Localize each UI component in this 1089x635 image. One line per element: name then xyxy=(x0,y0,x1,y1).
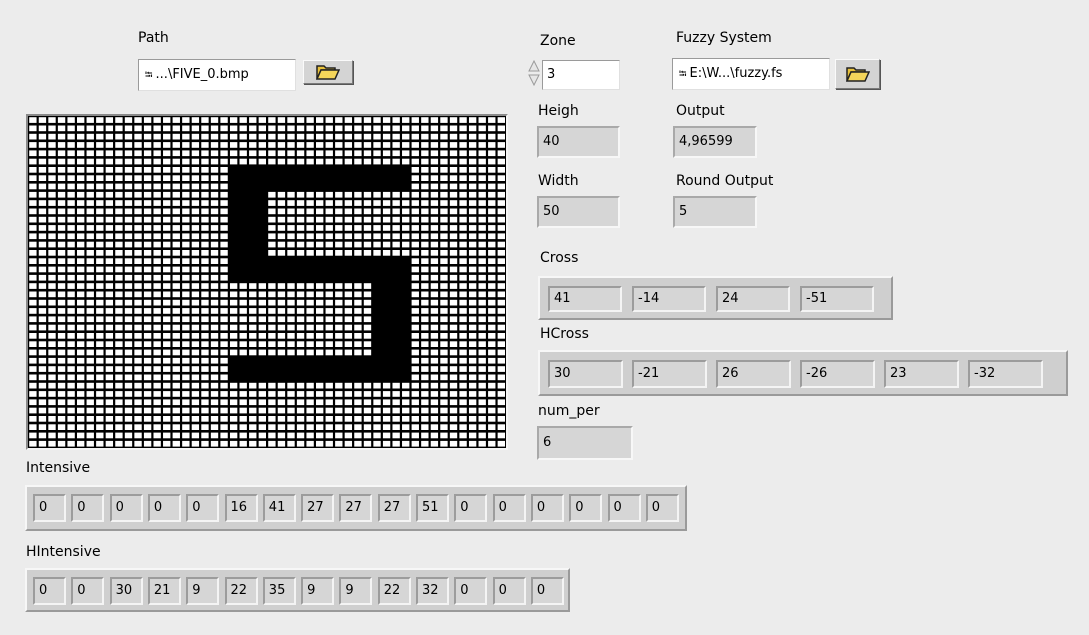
output-label: Output xyxy=(676,103,725,119)
round-output-label: Round Output xyxy=(676,173,774,189)
num-per-label: num_per xyxy=(538,403,600,419)
hcross-array: 30 -21 26 -26 23 -32 xyxy=(538,350,1068,396)
hintensive-label: HIntensive xyxy=(26,544,101,560)
round-output-indicator: 5 xyxy=(673,196,757,228)
output-indicator: 4,96599 xyxy=(673,126,757,158)
array-cell: 0 xyxy=(530,494,564,522)
array-cell: 27 xyxy=(301,494,335,522)
increment-arrow-icon xyxy=(528,59,540,72)
cross-label: Cross xyxy=(540,250,579,266)
array-cell: 32 xyxy=(416,577,449,605)
fuzzy-system-input[interactable]: ⭾ E:\W...\fuzzy.fs xyxy=(672,58,830,90)
array-cell: 0 xyxy=(109,494,143,522)
bitmap-picture xyxy=(26,114,508,450)
array-cell: 27 xyxy=(339,494,373,522)
fuzzy-system-value: E:\W...\fuzzy.fs xyxy=(689,66,783,81)
intensive-array: 0 0 0 0 0 16 41 27 27 27 51 0 0 0 0 0 0 xyxy=(25,485,687,531)
array-cell: 0 xyxy=(454,494,488,522)
array-cell: 16 xyxy=(224,494,258,522)
path-type-icon: ⭾ xyxy=(145,70,153,81)
array-cell: 41 xyxy=(262,494,296,522)
fuzzy-system-label: Fuzzy System xyxy=(676,30,772,46)
array-cell: 9 xyxy=(186,577,220,605)
array-cell: 22 xyxy=(377,577,411,605)
array-cell: 51 xyxy=(416,494,449,522)
array-cell: 9 xyxy=(301,577,335,605)
heigh-indicator: 40 xyxy=(537,126,620,158)
array-cell: -51 xyxy=(800,286,874,312)
array-cell: 0 xyxy=(454,577,488,605)
width-label: Width xyxy=(538,173,579,189)
array-cell: 30 xyxy=(109,577,143,605)
array-cell: -14 xyxy=(632,286,706,312)
array-cell: 0 xyxy=(492,577,526,605)
array-cell: 0 xyxy=(33,494,66,522)
array-cell: 0 xyxy=(147,494,181,522)
array-cell: -32 xyxy=(968,360,1043,388)
array-cell: 35 xyxy=(262,577,296,605)
array-cell: 9 xyxy=(339,577,373,605)
array-cell: 0 xyxy=(71,577,105,605)
array-cell: 23 xyxy=(884,360,959,388)
width-indicator: 50 xyxy=(537,196,620,228)
zone-input[interactable]: 3 xyxy=(542,60,620,90)
array-cell: 24 xyxy=(716,286,790,312)
path-browse-button[interactable] xyxy=(303,60,353,84)
intensive-label: Intensive xyxy=(26,460,91,476)
fuzzy-system-browse-button[interactable] xyxy=(835,59,880,89)
path-type-icon: ⭾ xyxy=(679,69,687,80)
array-cell: 21 xyxy=(147,577,181,605)
hintensive-array: 0 0 30 21 9 22 35 9 9 22 32 0 0 0 xyxy=(25,568,570,612)
array-cell: 0 xyxy=(71,494,105,522)
decrement-arrow-icon xyxy=(528,74,540,87)
array-cell: 0 xyxy=(607,494,641,522)
folder-open-icon xyxy=(316,65,340,80)
array-cell: 0 xyxy=(33,577,66,605)
path-value: ...\FIVE_0.bmp xyxy=(155,67,249,82)
array-cell: 0 xyxy=(530,577,564,605)
zone-label: Zone xyxy=(540,33,576,49)
array-cell: -26 xyxy=(800,360,875,388)
folder-open-icon xyxy=(845,67,870,82)
path-label: Path xyxy=(138,30,169,46)
array-cell: 0 xyxy=(492,494,526,522)
zone-spinner[interactable] xyxy=(527,59,541,87)
hcross-label: HCross xyxy=(540,326,589,342)
array-cell: 41 xyxy=(548,286,622,312)
path-input[interactable]: ⭾ ...\FIVE_0.bmp xyxy=(138,59,296,91)
cross-array: 41 -14 24 -51 xyxy=(538,276,893,320)
array-cell: 0 xyxy=(186,494,220,522)
array-cell: 0 xyxy=(645,494,679,522)
num-per-indicator: 6 xyxy=(537,426,633,460)
array-cell: -21 xyxy=(632,360,707,388)
heigh-label: Heigh xyxy=(538,103,579,119)
array-cell: 0 xyxy=(569,494,603,522)
array-cell: 26 xyxy=(716,360,791,388)
array-cell: 22 xyxy=(224,577,258,605)
array-cell: 27 xyxy=(377,494,411,522)
array-cell: 30 xyxy=(548,360,623,388)
